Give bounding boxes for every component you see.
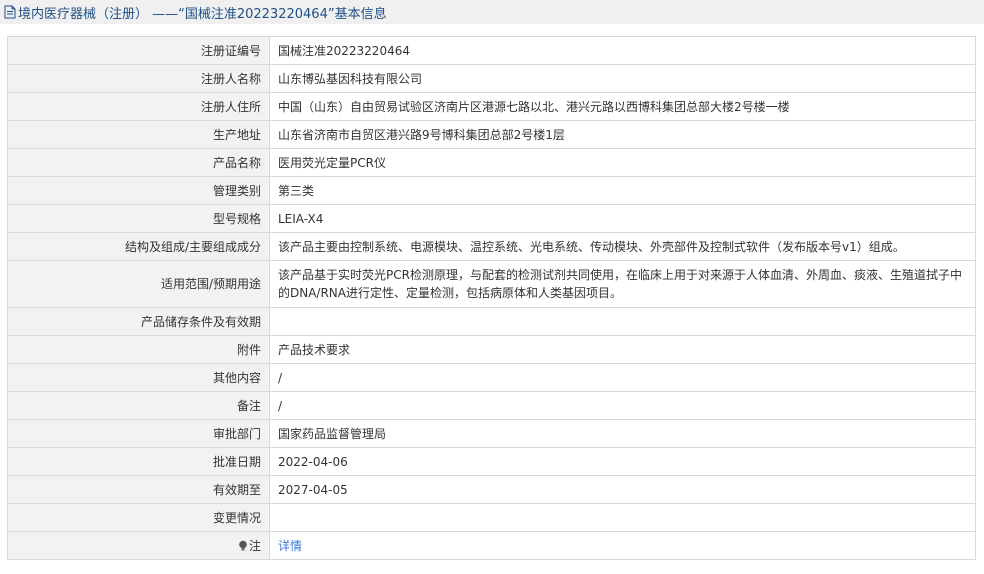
row-value: 该产品主要由控制系统、电源模块、温控系统、光电系统、传动模块、外壳部件及控制式软…: [269, 232, 976, 261]
row-value: 山东博弘基因科技有限公司: [269, 64, 976, 93]
table-row: 有效期至 2027-04-05: [7, 475, 976, 504]
row-value: [269, 503, 976, 532]
row-value: 中国（山东）自由贸易试验区济南片区港源七路以北、港兴元路以西博科集团总部大楼2号…: [269, 92, 976, 121]
row-value: 山东省济南市自贸区港兴路9号博科集团总部2号楼1层: [269, 120, 976, 149]
row-value: 产品技术要求: [269, 335, 976, 364]
row-label: 注册证编号: [7, 36, 270, 65]
table-row: 注册人住所 中国（山东）自由贸易试验区济南片区港源七路以北、港兴元路以西博科集团…: [7, 92, 976, 121]
row-label: 产品名称: [7, 148, 270, 177]
info-table: 注册证编号 国械注准20223220464 注册人名称 山东博弘基因科技有限公司…: [7, 36, 976, 560]
note-label-cell: 注: [7, 531, 270, 560]
table-row: 适用范围/预期用途 该产品基于实时荧光PCR检测原理，与配套的检测试剂共同使用，…: [7, 260, 976, 308]
table-row: 注册证编号 国械注准20223220464: [7, 36, 976, 65]
row-value: 第三类: [269, 176, 976, 205]
table-row: 审批部门 国家药品监督管理局: [7, 419, 976, 448]
table-row: 产品名称 医用荧光定量PCR仪: [7, 148, 976, 177]
note-value-cell: 详情: [269, 531, 976, 560]
row-label: 批准日期: [7, 447, 270, 476]
row-value: 2027-04-05: [269, 475, 976, 504]
row-label: 附件: [7, 335, 270, 364]
table-row: 批准日期 2022-04-06: [7, 447, 976, 476]
row-value: 该产品基于实时荧光PCR检测原理，与配套的检测试剂共同使用，在临床上用于对来源于…: [269, 260, 976, 308]
row-label: 有效期至: [7, 475, 270, 504]
row-value: [269, 307, 976, 336]
row-label: 备注: [7, 391, 270, 420]
table-row: 产品储存条件及有效期: [7, 307, 976, 336]
row-value: /: [269, 391, 976, 420]
table-row: 注 详情: [7, 531, 976, 560]
table-row: 其他内容 /: [7, 363, 976, 392]
row-label: 注册人住所: [7, 92, 270, 121]
row-value: 国械注准20223220464: [269, 36, 976, 65]
details-link[interactable]: 详情: [278, 539, 302, 553]
table-row: 注册人名称 山东博弘基因科技有限公司: [7, 64, 976, 93]
table-row: 结构及组成/主要组成成分 该产品主要由控制系统、电源模块、温控系统、光电系统、传…: [7, 232, 976, 261]
row-label: 其他内容: [7, 363, 270, 392]
page-title: 境内医疗器械（注册） ——“国械注准20223220464”基本信息: [18, 6, 387, 22]
lightbulb-icon: [239, 540, 247, 550]
document-icon: [4, 5, 16, 19]
table-row: 备注 /: [7, 391, 976, 420]
row-label: 结构及组成/主要组成成分: [7, 232, 270, 261]
row-value: 医用荧光定量PCR仪: [269, 148, 976, 177]
row-label: 适用范围/预期用途: [7, 260, 270, 308]
row-label: 注册人名称: [7, 64, 270, 93]
row-value: 国家药品监督管理局: [269, 419, 976, 448]
row-value: /: [269, 363, 976, 392]
page-header: 境内医疗器械（注册） ——“国械注准20223220464”基本信息: [0, 0, 984, 24]
row-label: 审批部门: [7, 419, 270, 448]
row-label: 变更情况: [7, 503, 270, 532]
row-value: LEIA-X4: [269, 204, 976, 233]
table-row: 附件 产品技术要求: [7, 335, 976, 364]
row-label: 生产地址: [7, 120, 270, 149]
row-label: 产品储存条件及有效期: [7, 307, 270, 336]
row-value: 2022-04-06: [269, 447, 976, 476]
table-row: 管理类别 第三类: [7, 176, 976, 205]
row-label: 型号规格: [7, 204, 270, 233]
row-label: 管理类别: [7, 176, 270, 205]
table-row: 变更情况: [7, 503, 976, 532]
table-row: 型号规格 LEIA-X4: [7, 204, 976, 233]
note-label: 注: [248, 538, 261, 553]
table-row: 生产地址 山东省济南市自贸区港兴路9号博科集团总部2号楼1层: [7, 120, 976, 149]
